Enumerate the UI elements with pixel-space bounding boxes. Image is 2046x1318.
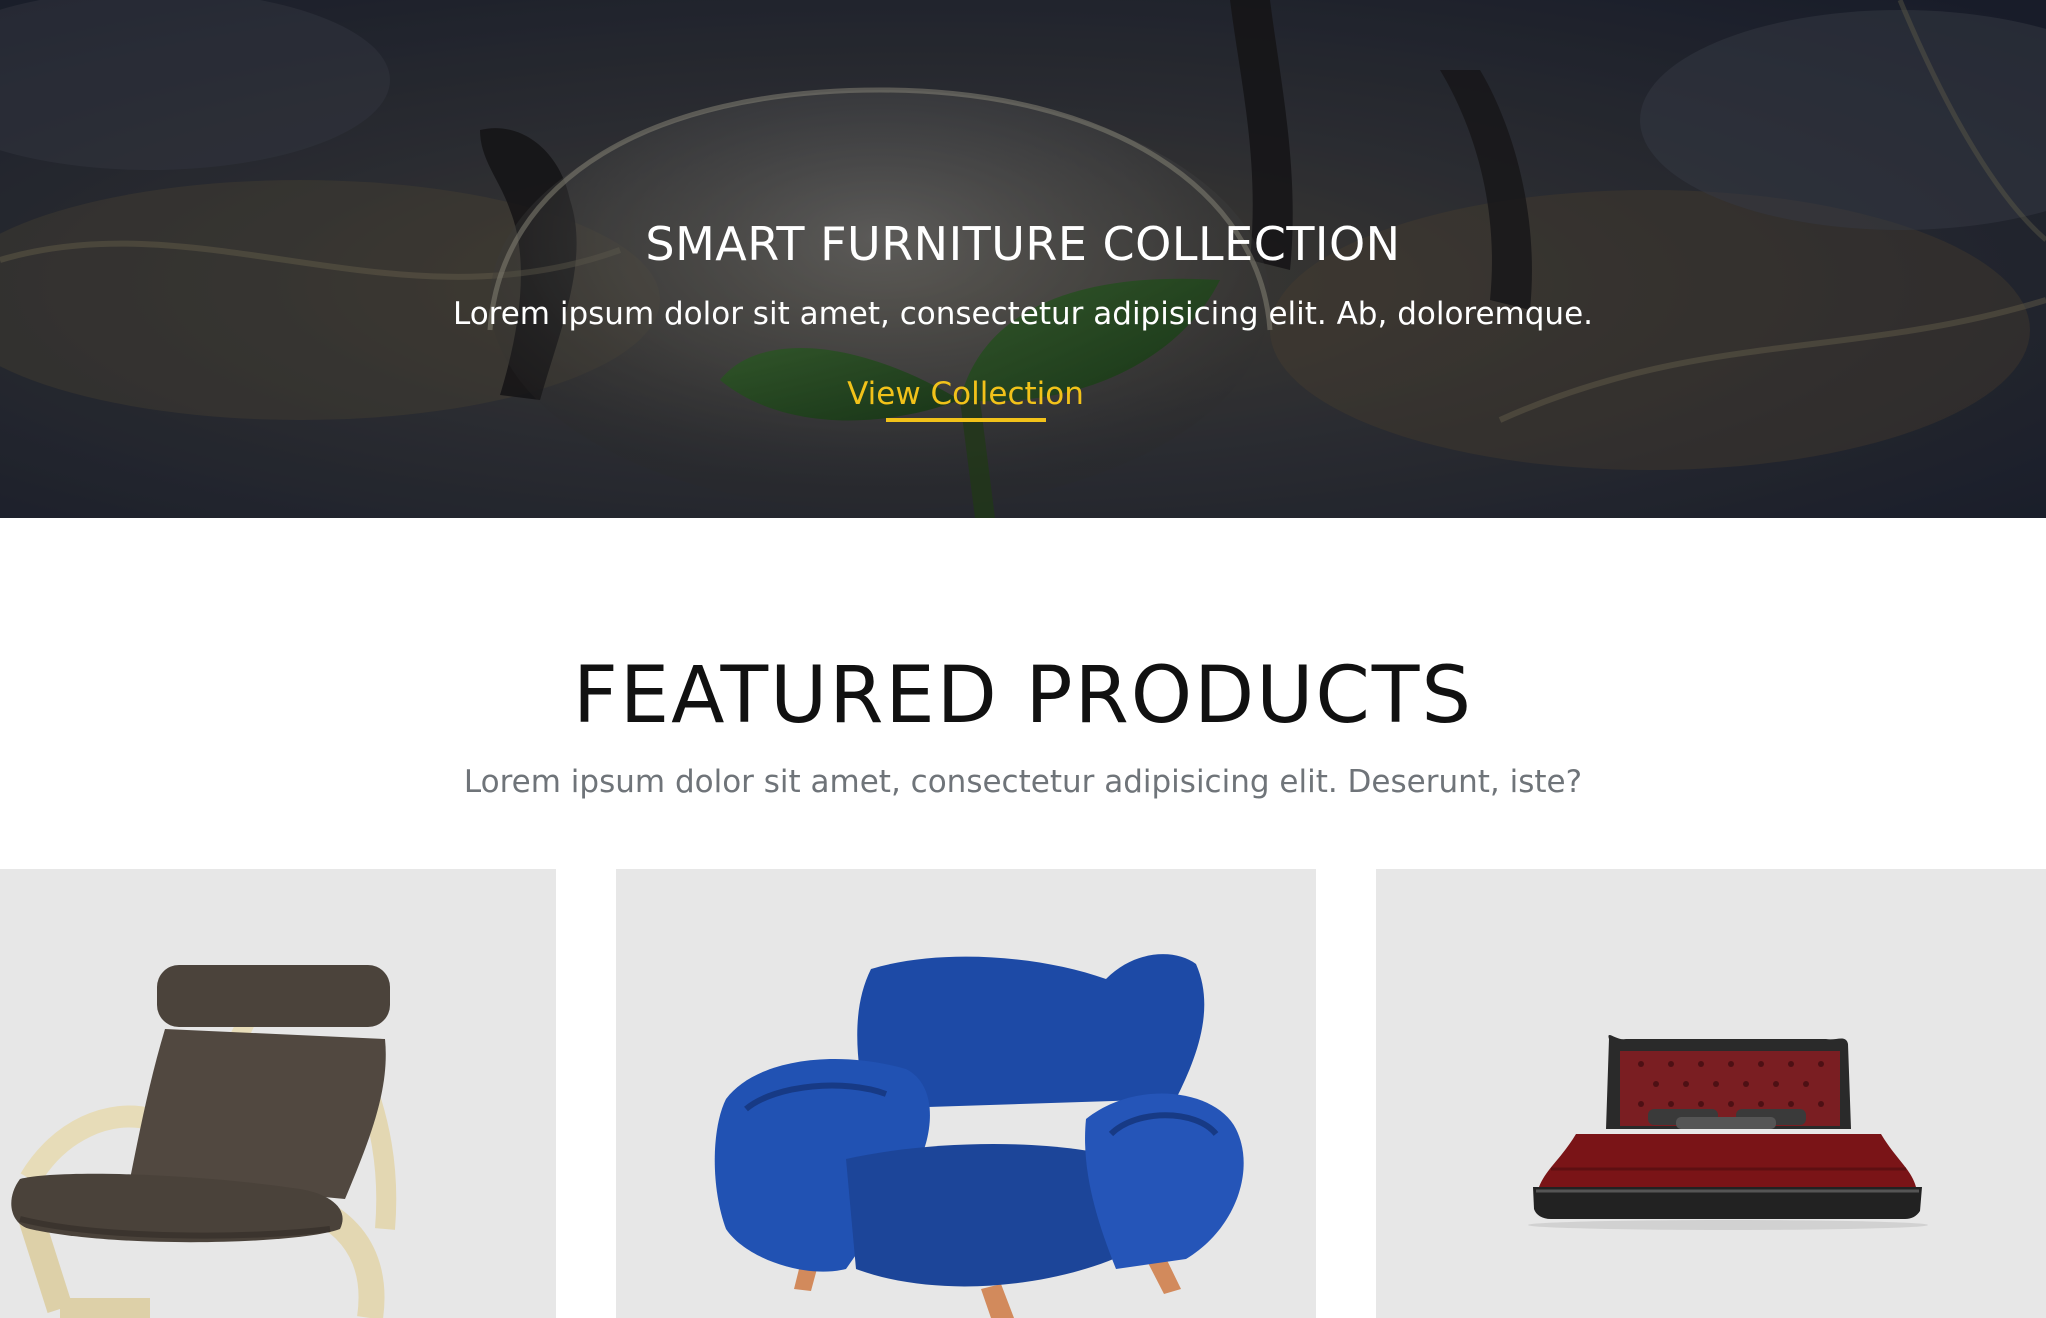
armchair-brown-image [11, 965, 397, 1318]
armchair-blue-image [714, 954, 1244, 1318]
view-collection-link[interactable]: View Collection [823, 370, 1108, 420]
hero-title: SMART FURNITURE COLLECTION [645, 217, 1401, 271]
product-card-armchair-brown[interactable] [0, 869, 556, 1318]
product-card-armchair-blue[interactable] [616, 869, 1316, 1318]
bed-red-image [1528, 1034, 1928, 1230]
product-card-bed-red[interactable] [1376, 869, 2046, 1318]
view-collection-underline [886, 418, 1046, 422]
hero-banner: SMART FURNITURE COLLECTION Lorem ipsum d… [0, 0, 2046, 518]
featured-products-title: FEATURED PRODUCTS [573, 651, 1473, 741]
hero-content: SMART FURNITURE COLLECTION Lorem ipsum d… [0, 0, 2046, 518]
hero-subtitle: Lorem ipsum dolor sit amet, consectetur … [452, 296, 1594, 332]
featured-products-subtitle: Lorem ipsum dolor sit amet, consectetur … [463, 764, 1583, 800]
